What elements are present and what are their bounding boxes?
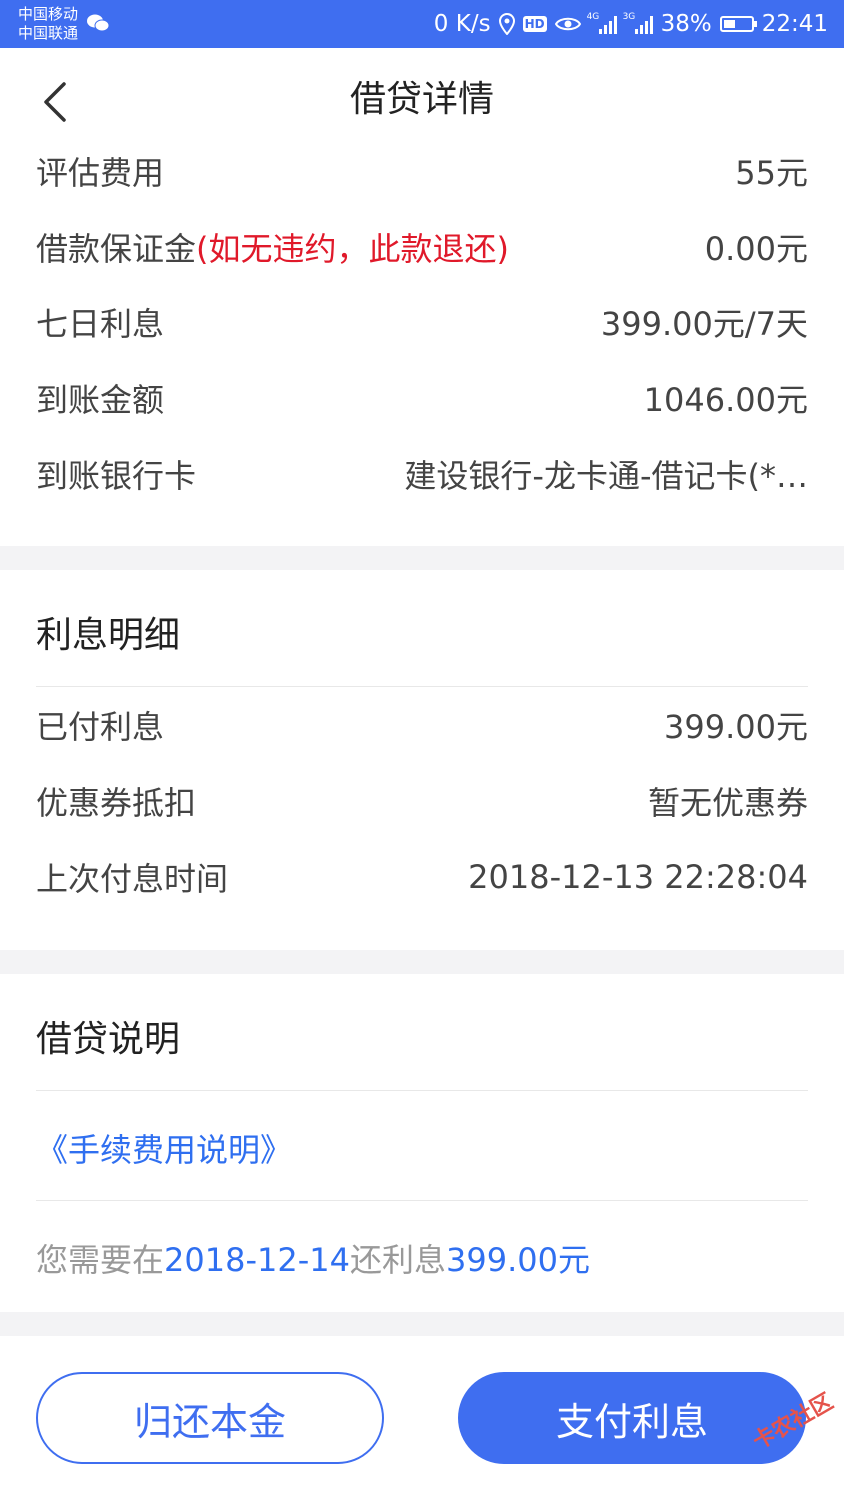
detail-row-assess-fee: 评估费用 55元 [36,141,808,201]
deposit-note: (如无违约，此款退还) [196,230,509,268]
section-title-interest: 利息明细 [36,615,181,656]
divider [36,686,808,687]
row-label: 已付利息 [36,708,165,746]
detail-row-amount-received: 到账金额 1046.00元 [36,368,808,428]
status-right: 0 K/s HD 4G 3G 38% 22:41 [434,0,828,48]
carrier-info: 中国移动 中国联通 [18,5,78,43]
nav-header: 借贷详情 [0,48,844,152]
interest-row-last-time: 上次付息时间 2018-12-13 22:28:04 [36,847,808,907]
row-value: 建设银行-龙卡通-借记卡(*… [404,457,808,495]
row-label: 上次付息时间 [36,860,229,898]
eye-icon [554,17,581,31]
row-label: 评估费用 [36,154,165,192]
divider [36,1200,808,1201]
divider [36,1090,808,1091]
interest-row-coupon: 优惠券抵扣 暂无优惠券 [36,771,808,831]
row-value: 0.00元 [704,230,808,268]
row-label: 到账银行卡 [36,457,197,495]
row-value: 2018-12-13 22:28:04 [468,858,808,896]
pay-interest-button[interactable]: 支付利息 [458,1372,806,1464]
signal-icon: 4G [586,12,617,34]
row-label: 七日利息 [36,305,165,343]
repayment-notice: 您需要在2018-12-14还利息399.00元 [36,1235,590,1281]
notice-mid: 还利息 [349,1241,446,1279]
notice-date: 2018-12-14 [164,1241,350,1279]
row-value: 399.00元/7天 [600,305,808,343]
interest-row-paid: 已付利息 399.00元 [36,695,808,755]
row-value: 1046.00元 [643,381,808,419]
clock: 22:41 [761,11,828,37]
notice-amount: 399.00元 [446,1241,590,1279]
section-gap [0,950,844,974]
net-speed: 0 K/s [433,11,491,37]
row-label: 优惠券抵扣 [36,784,197,822]
signal-tag: 3G [622,12,636,22]
carrier-2: 中国联通 [18,24,79,42]
detail-row-bank-card: 到账银行卡 建设银行-龙卡通-借记卡(*… [36,444,808,504]
detail-row-deposit: 借款保证金(如无违约，此款退还) 0.00元 [36,217,808,277]
battery-percent: 38% [660,11,712,37]
return-principal-button[interactable]: 归还本金 [36,1372,384,1464]
deposit-label: 借款保证金 [36,230,197,268]
status-bar: 中国移动 中国联通 0 K/s HD 4G 3G 38% 22:41 [0,0,844,48]
section-gap [0,1312,844,1336]
row-value: 399.00元 [664,708,808,746]
section-title-explain: 借贷说明 [36,1019,181,1060]
fee-explanation-link[interactable]: 《手续费用说明》 [36,1125,292,1171]
battery-icon [719,16,757,32]
page-title: 借贷详情 [349,79,494,120]
notice-prefix: 您需要在 [36,1241,165,1279]
signal-icon: 3G [622,12,653,34]
signal-tag: 4G [586,12,600,22]
row-value: 暂无优惠券 [647,784,808,822]
row-label: 到账金额 [36,381,165,419]
row-label: 借款保证金(如无违约，此款退还) [36,224,509,270]
hd-icon: HD [522,16,547,32]
location-icon [498,13,515,35]
row-value: 55元 [735,154,808,192]
wechat-icon [87,14,110,32]
carrier-1: 中国移动 [18,5,79,23]
section-gap [0,546,844,570]
detail-row-seven-day-interest: 七日利息 399.00元/7天 [36,292,808,352]
